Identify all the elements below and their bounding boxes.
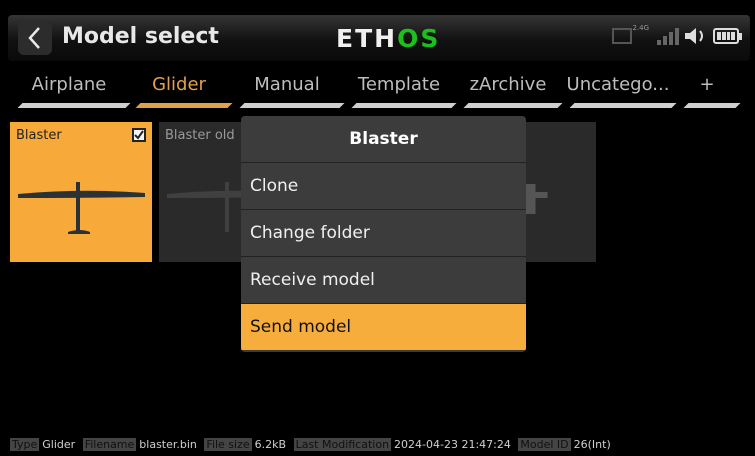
add-icon: + bbox=[699, 74, 715, 95]
menu-item-clone[interactable]: Clone bbox=[241, 162, 526, 209]
menu-item-receive-model[interactable]: Receive model bbox=[241, 256, 526, 303]
info-lastmod-value: 2024-04-23 21:47:24 bbox=[394, 438, 511, 451]
tab-zarchive[interactable]: zArchive bbox=[456, 68, 563, 110]
tab-label: Glider bbox=[152, 74, 206, 95]
page-title: Model select bbox=[62, 24, 219, 49]
chevron-left-icon bbox=[28, 27, 40, 49]
battery-icon bbox=[713, 28, 742, 44]
info-modelid-label: Model ID bbox=[518, 438, 571, 451]
volume-icon[interactable] bbox=[683, 26, 709, 46]
tab-uncategorized[interactable]: Uncatego... bbox=[562, 68, 677, 110]
tab-airplane[interactable]: Airplane bbox=[10, 68, 131, 110]
signal-icon bbox=[657, 27, 679, 45]
brand-logo-part2: OS bbox=[397, 24, 441, 53]
tab-label: Template bbox=[357, 74, 441, 95]
info-modelid-value: 26(Int) bbox=[573, 438, 611, 451]
info-filename-label: Filename bbox=[82, 438, 137, 451]
brand-logo-part1: ETH bbox=[336, 24, 398, 53]
screen: Model select ETHOS 2.4G Airplane Glider … bbox=[0, 0, 755, 456]
glider-icon bbox=[18, 182, 145, 234]
back-button[interactable] bbox=[18, 21, 52, 55]
active-model-checkbox[interactable] bbox=[132, 128, 146, 142]
info-filesize-label: File size bbox=[204, 438, 252, 451]
model-tile-blaster[interactable]: Blaster bbox=[10, 122, 152, 262]
model-info-bar: Type Glider Filename blaster.bin File size… bbox=[10, 438, 615, 451]
tab-label: Manual bbox=[254, 74, 320, 95]
tab-label: Uncatego... bbox=[566, 74, 670, 95]
info-lastmod-label: Last Modification bbox=[293, 438, 392, 451]
menu-item-send-model[interactable]: Send model bbox=[241, 303, 526, 350]
menu-item-change-folder[interactable]: Change folder bbox=[241, 209, 526, 256]
tab-label: zArchive bbox=[469, 74, 547, 95]
model-name: Blaster old bbox=[165, 128, 235, 143]
header-bar: Model select ETHOS 2.4G bbox=[8, 15, 750, 61]
tab-template[interactable]: Template bbox=[344, 68, 457, 110]
info-filesize-value: 6.2kB bbox=[254, 438, 287, 451]
checkmark-icon bbox=[134, 130, 144, 140]
context-menu: Blaster Clone Change folder Receive mode… bbox=[241, 116, 526, 352]
tab-glider[interactable]: Glider bbox=[128, 68, 233, 110]
context-menu-title: Blaster bbox=[241, 116, 526, 162]
info-type-label: Type bbox=[10, 438, 40, 451]
model-name: Blaster bbox=[16, 128, 62, 143]
brand-logo: ETHOS bbox=[336, 24, 440, 53]
status-icons: 2.4G bbox=[612, 24, 742, 46]
folder-tabs: Airplane Glider Manual Template zArchive… bbox=[0, 68, 755, 110]
info-filename-value: blaster.bin bbox=[139, 438, 197, 451]
rf-band-label: 2.4G bbox=[632, 24, 649, 32]
tab-label: Airplane bbox=[31, 74, 107, 95]
rf-module-icon bbox=[612, 28, 633, 44]
add-folder-button[interactable]: + bbox=[676, 68, 741, 110]
tab-manual[interactable]: Manual bbox=[232, 68, 345, 110]
info-type-value: Glider bbox=[42, 438, 76, 451]
